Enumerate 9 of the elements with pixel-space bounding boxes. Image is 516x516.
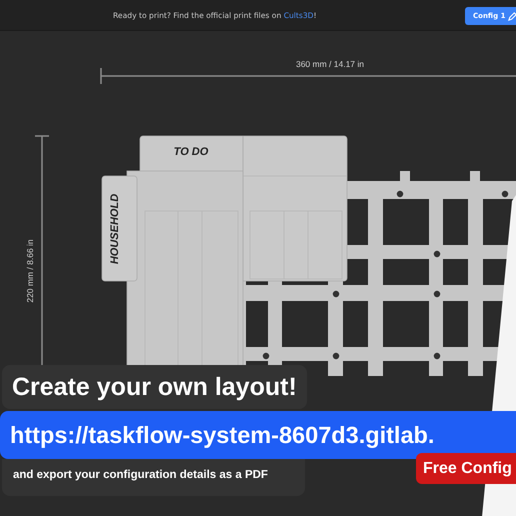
height-dimension-label: 220 mm / 8.66 in — [25, 239, 35, 303]
subtitle: and export your configuration details as a PDF — [2, 459, 305, 496]
free-config-badge: Free Config — [416, 453, 516, 484]
bin-label: HOUSEHOLD — [109, 194, 121, 264]
bin-label: TO DO — [174, 146, 208, 158]
width-dimension-label: 360 mm / 14.17 in — [296, 59, 364, 69]
headline: Create your own layout! — [2, 365, 307, 409]
url-link[interactable]: https://taskflow-system-8607d3.gitlab. — [0, 411, 516, 459]
pencil-icon — [508, 12, 516, 20]
